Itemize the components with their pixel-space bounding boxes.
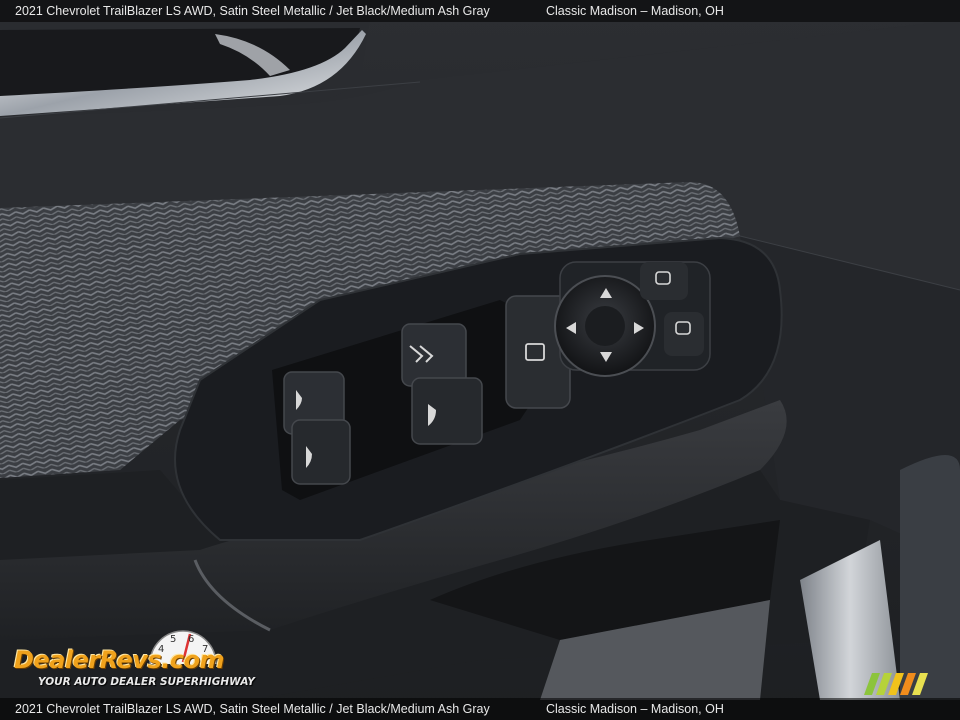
caption-bar-top: 2021 Chevrolet TrailBlazer LS AWD, Satin… <box>0 0 960 22</box>
logo-brand-text: DealerRevs.com <box>14 646 225 674</box>
photo-stage: 2021 Chevrolet TrailBlazer LS AWD, Satin… <box>0 0 960 720</box>
mirror-control[interactable] <box>554 261 711 377</box>
mirror-left-select-icon[interactable] <box>640 262 688 300</box>
dealerrevs-logo: 4 5 6 7 DealerRevs.com YOUR AUTO DEALER … <box>12 628 272 694</box>
mirror-right-select-icon[interactable] <box>664 312 704 356</box>
door-panel-photo <box>0 0 960 720</box>
speed-stripes-icon <box>864 673 928 695</box>
svg-text:5: 5 <box>170 634 176 645</box>
logo-tagline: YOUR AUTO DEALER SUPERHIGHWAY <box>38 676 255 688</box>
dealer-caption: Classic Madison – Madison, OH <box>546 702 724 716</box>
vehicle-caption: 2021 Chevrolet TrailBlazer LS AWD, Satin… <box>15 4 490 18</box>
seat-edge <box>900 455 960 700</box>
caption-bar-bottom: 2021 Chevrolet TrailBlazer LS AWD, Satin… <box>0 698 960 720</box>
vehicle-caption: 2021 Chevrolet TrailBlazer LS AWD, Satin… <box>15 702 490 716</box>
svg-text:6: 6 <box>188 634 194 645</box>
window-switch-rear-left[interactable] <box>283 371 351 485</box>
dealer-caption: Classic Madison – Madison, OH <box>546 4 724 18</box>
